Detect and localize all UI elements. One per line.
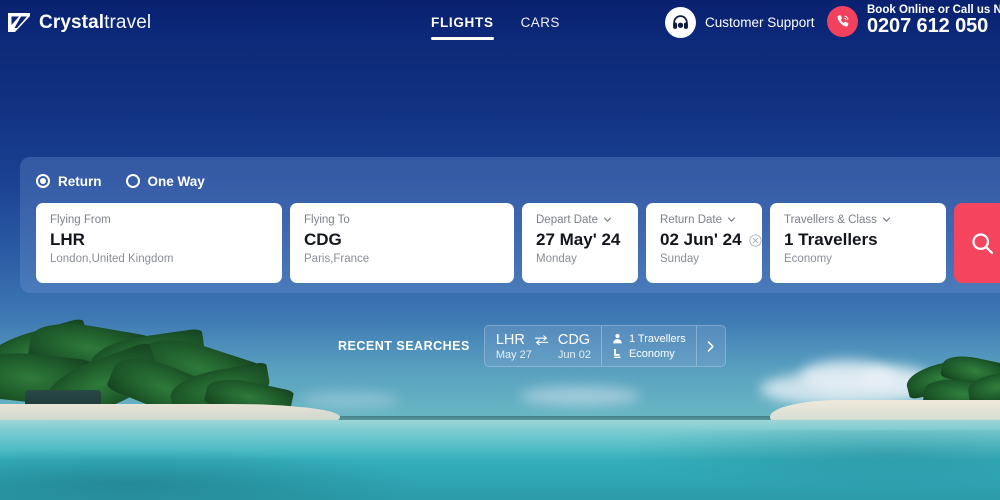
customer-support-link[interactable]: Customer Support — [665, 7, 815, 38]
travellers-class-label: Travellers & Class — [784, 214, 877, 226]
depart-date-field[interactable]: Depart Date 27 May' 24 Monday — [522, 203, 638, 283]
two-way-arrows-icon — [534, 334, 548, 345]
flight-search-panel: Return One Way Flying From LHR London,Un… — [20, 157, 1000, 293]
trip-type-one-way[interactable]: One Way — [125, 173, 205, 189]
recent-searches-title: RECENT SEARCHES — [338, 339, 470, 353]
nav-item-cars[interactable]: CARS — [521, 2, 560, 44]
cloud — [520, 386, 640, 406]
recent-searches-section: RECENT SEARCHES LHR CDG May 27 Jun 02 1 … — [338, 325, 726, 367]
recent-search-travellers-label: 1 Travellers — [628, 332, 686, 345]
chevron-right-icon — [707, 340, 715, 352]
recent-search-codes: LHR CDG — [496, 332, 591, 348]
flying-from-field[interactable]: Flying From LHR London,United Kingdom — [36, 203, 282, 283]
flying-to-label: Flying To — [304, 214, 350, 226]
depart-date-label-row: Depart Date — [536, 214, 624, 226]
return-date-value-row: 02 Jun' 24 — [660, 230, 762, 250]
flying-to-value: CDG — [304, 230, 342, 249]
recent-search-travellers: 1 Travellers — [612, 333, 686, 345]
return-date-label: Return Date — [660, 214, 723, 226]
recent-search-route: LHR CDG May 27 Jun 02 — [485, 326, 601, 366]
nav-item-cars-label: CARS — [520, 15, 560, 30]
trip-type-group: Return One Way — [36, 171, 1000, 191]
depart-date-weekday: Monday — [536, 253, 577, 265]
nav-item-flights-label: FLIGHTS — [431, 15, 494, 30]
customer-support-label: Customer Support — [705, 15, 815, 30]
person-icon — [613, 333, 622, 344]
recent-search-destination: CDG — [557, 331, 591, 348]
water-shade — [0, 448, 420, 500]
cloud — [300, 392, 400, 408]
search-icon — [971, 232, 993, 254]
page-root: Crystaltravel FLIGHTS CARS Customer Supp… — [0, 0, 1000, 500]
return-date-weekday: Sunday — [660, 253, 700, 265]
flying-from-value: LHR — [50, 230, 85, 249]
lagoon-water — [0, 420, 1000, 500]
recent-search-depart-date: May 27 — [495, 348, 532, 361]
cabin-class-value: Economy — [784, 253, 832, 265]
crystal-travel-logo-icon — [8, 13, 30, 32]
travellers-class-label-row: Travellers & Class — [784, 214, 932, 226]
flying-to-city: Paris,France — [304, 253, 370, 265]
travellers-class-field[interactable]: Travellers & Class 1 Travellers Economy — [770, 203, 946, 283]
active-tab-underline — [431, 37, 494, 40]
recent-search-origin: LHR — [495, 331, 525, 348]
water-shade — [620, 430, 1000, 490]
trip-type-return-label: Return — [58, 173, 102, 189]
chevron-down-icon — [603, 216, 612, 222]
flying-from-label: Flying From — [50, 214, 111, 226]
brand-name-bold: Crystal — [39, 12, 105, 33]
brand-name: Crystaltravel — [39, 12, 151, 34]
recent-search-cabin: Economy — [612, 348, 686, 360]
clear-circle-x-icon[interactable] — [748, 233, 762, 247]
recent-search-meta: 1 Travellers Economy — [602, 326, 696, 366]
search-button[interactable] — [954, 203, 1000, 283]
site-header: Crystaltravel FLIGHTS CARS Customer Supp… — [0, 0, 1000, 46]
flying-from-city: London,United Kingdom — [50, 253, 174, 265]
headset-icon — [665, 7, 696, 38]
brand-name-light: travel — [104, 12, 152, 33]
call-phone-number[interactable]: 0207 612 050 — [867, 16, 1000, 38]
seat-icon — [614, 349, 621, 358]
radio-unselected-icon — [125, 174, 140, 188]
nav-item-flights[interactable]: FLIGHTS — [431, 2, 494, 44]
travellers-count-value: 1 Travellers — [784, 230, 878, 249]
phone-ringing-icon — [827, 5, 858, 37]
recent-search-next-button[interactable] — [697, 326, 725, 366]
call-text-group: Book Online or Call us No 0207 612 050 — [867, 4, 1000, 38]
radio-selected-icon — [36, 174, 50, 188]
return-date-label-row: Return Date — [660, 214, 748, 226]
return-date-value: 02 Jun' 24 — [660, 230, 742, 249]
flying-to-field[interactable]: Flying To CDG Paris,France — [290, 203, 514, 283]
recent-search-dates: May 27 Jun 02 — [496, 349, 591, 361]
call-us-block[interactable]: Book Online or Call us No 0207 612 050 — [827, 4, 1000, 38]
depart-date-value: 27 May' 24 — [536, 230, 621, 249]
search-fields-row: Flying From LHR London,United Kingdom Fl… — [36, 203, 1000, 283]
chevron-down-icon — [882, 216, 890, 222]
trip-type-return[interactable]: Return — [36, 174, 102, 189]
brand-logo[interactable]: Crystaltravel — [6, 10, 151, 36]
recent-search-return-date: Jun 02 — [557, 348, 591, 361]
recent-search-cabin-label: Economy — [628, 347, 675, 360]
return-date-field[interactable]: Return Date 02 Jun' 24 Sunday — [646, 203, 762, 283]
depart-date-label: Depart Date — [536, 214, 599, 226]
primary-nav: FLIGHTS CARS — [431, 0, 560, 46]
recent-search-item[interactable]: LHR CDG May 27 Jun 02 1 Travellers Econo… — [483, 325, 726, 367]
chevron-down-icon — [727, 216, 736, 222]
trip-type-one-way-label: One Way — [147, 173, 205, 189]
